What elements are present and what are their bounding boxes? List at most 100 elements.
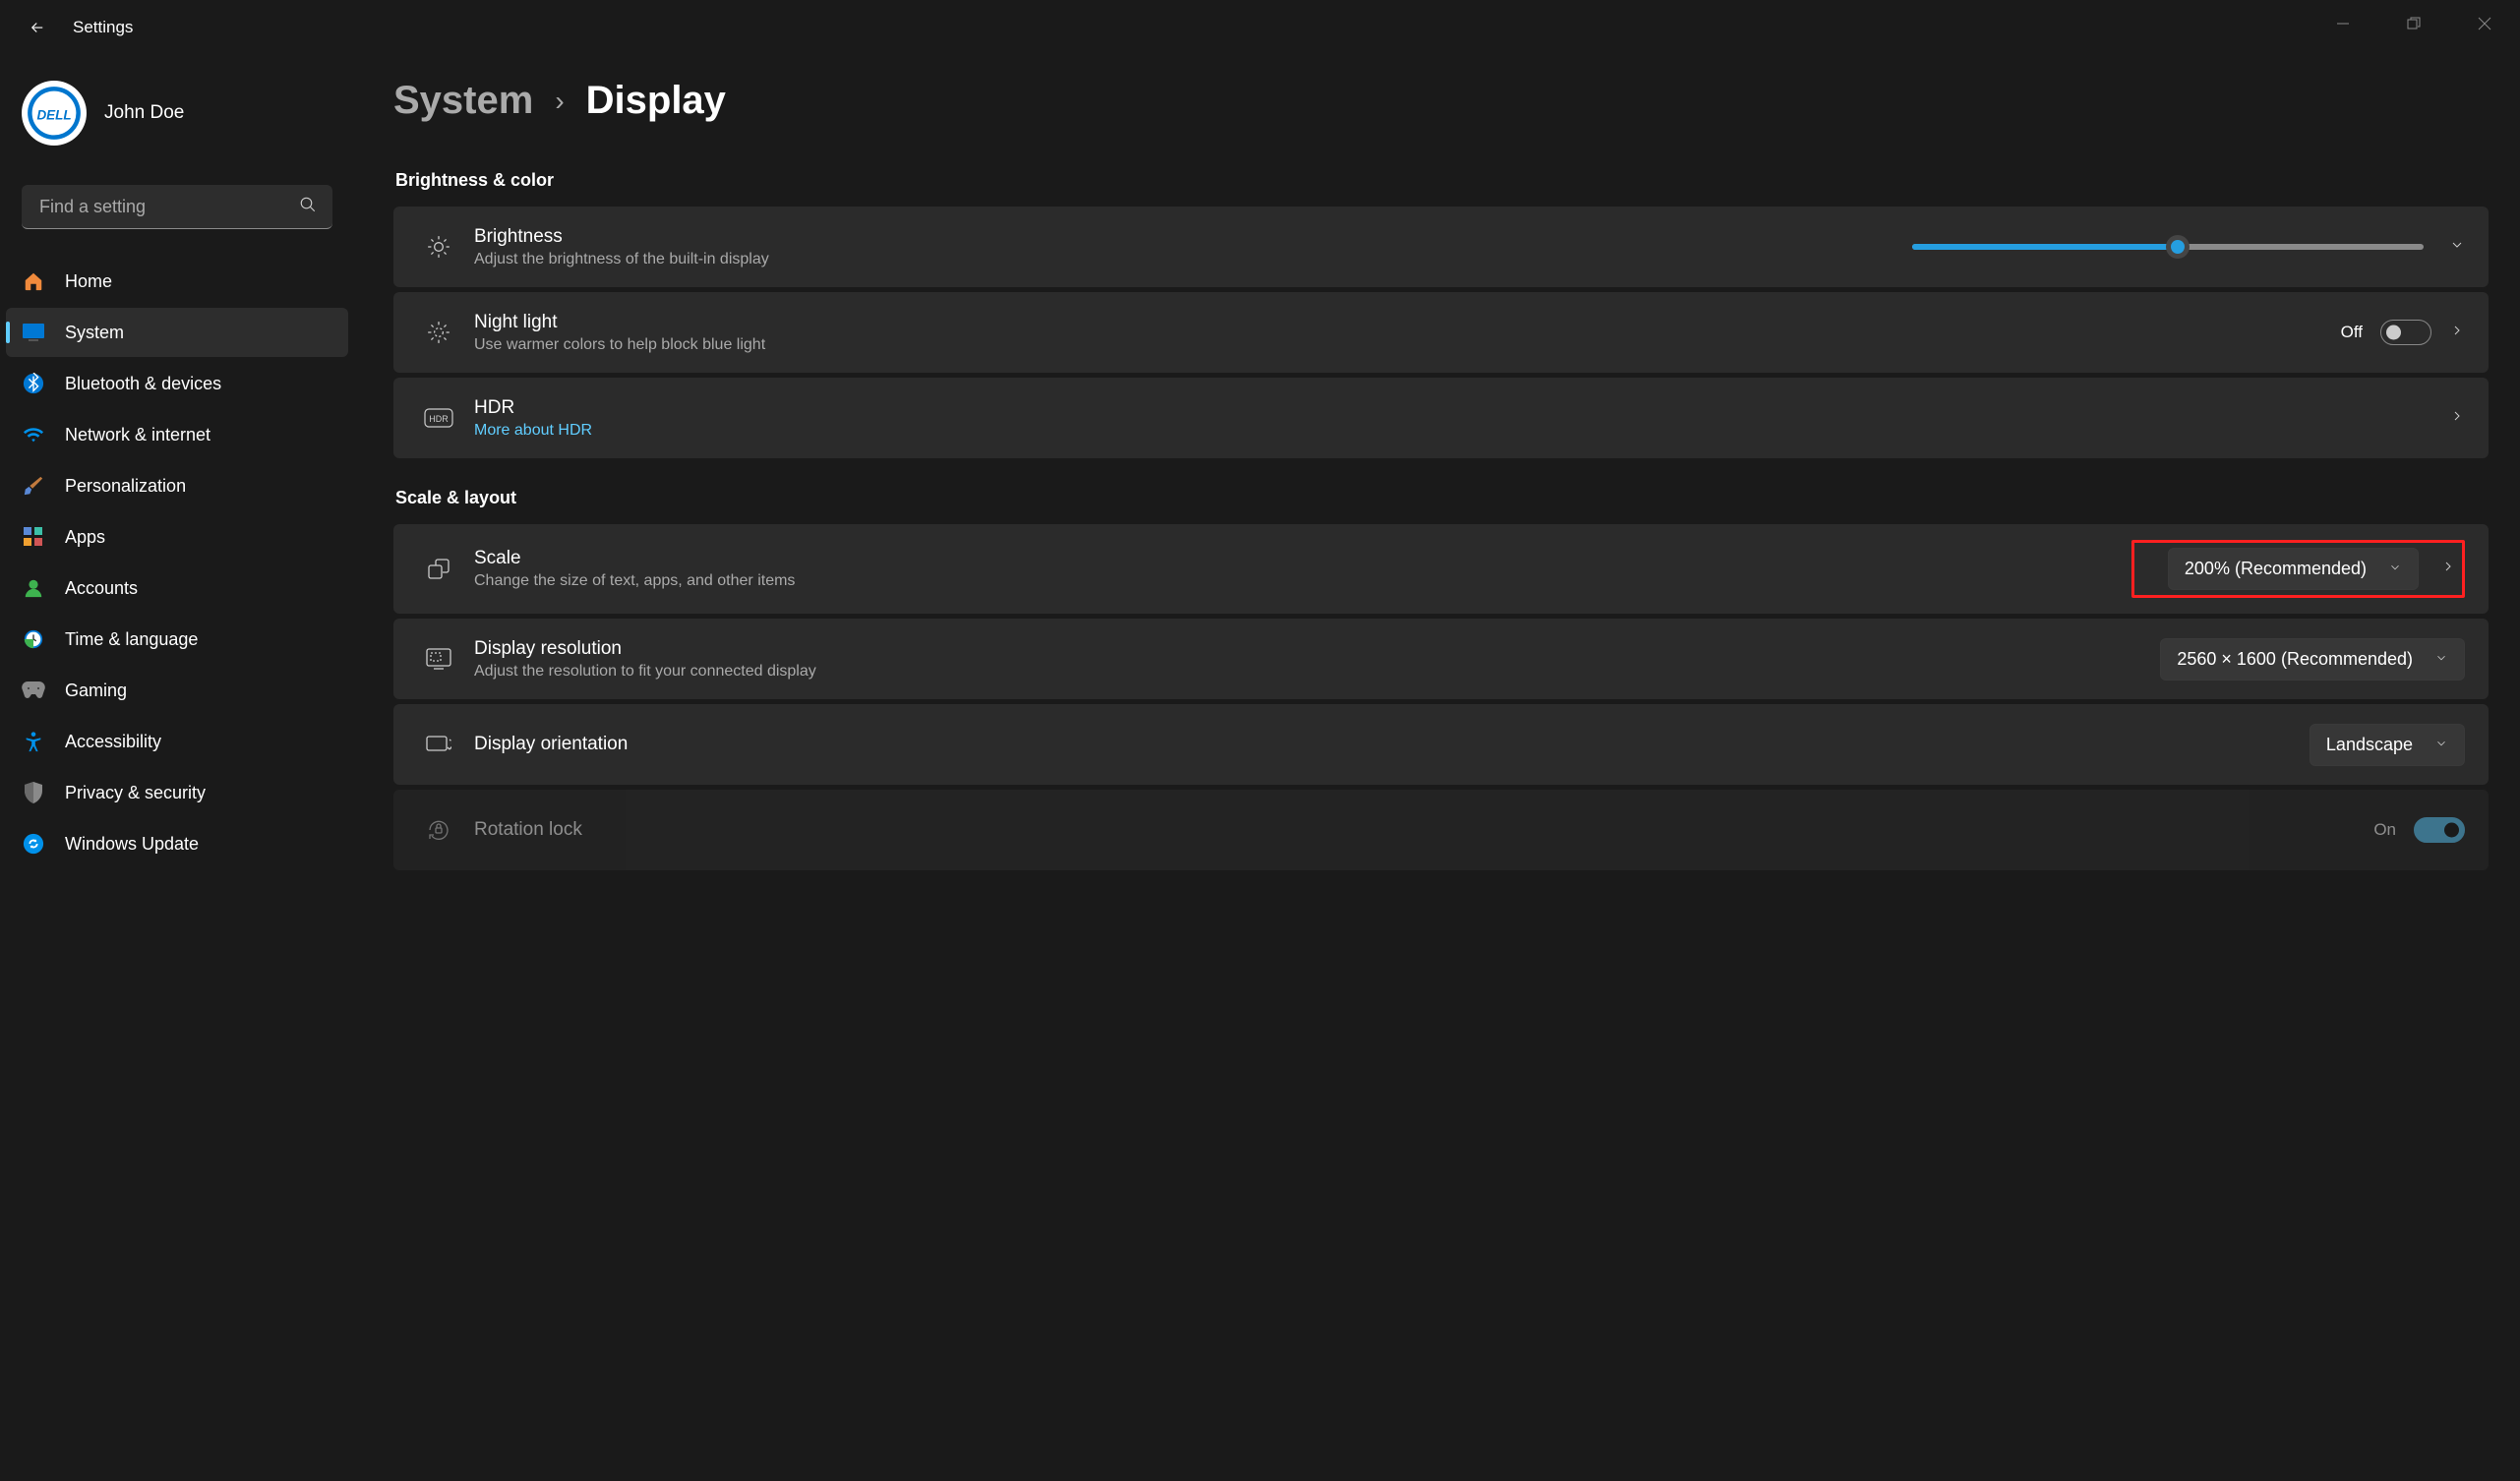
rotation-state: On bbox=[2373, 820, 2396, 840]
night-light-icon bbox=[417, 320, 460, 345]
brightness-sub: Adjust the brightness of the built-in di… bbox=[474, 251, 1912, 268]
update-icon bbox=[22, 832, 45, 856]
apps-icon bbox=[22, 525, 45, 549]
rotation-title: Rotation lock bbox=[474, 819, 2373, 841]
breadcrumb: System › Display bbox=[393, 79, 2489, 123]
system-icon bbox=[22, 321, 45, 344]
close-button[interactable] bbox=[2449, 0, 2520, 47]
nav-time[interactable]: Time & language bbox=[6, 615, 348, 664]
card-brightness[interactable]: Brightness Adjust the brightness of the … bbox=[393, 207, 2489, 287]
nav-label: Time & language bbox=[65, 629, 198, 650]
breadcrumb-current: Display bbox=[586, 79, 726, 123]
nav-accessibility[interactable]: Accessibility bbox=[6, 717, 348, 766]
chevron-down-icon[interactable] bbox=[2449, 237, 2465, 258]
chevron-right-icon[interactable] bbox=[2449, 323, 2465, 343]
shield-icon bbox=[22, 781, 45, 804]
orientation-value: Landscape bbox=[2326, 735, 2413, 755]
nav-accounts[interactable]: Accounts bbox=[6, 563, 348, 613]
orientation-icon bbox=[417, 734, 460, 755]
nav-privacy[interactable]: Privacy & security bbox=[6, 768, 348, 817]
orientation-title: Display orientation bbox=[474, 734, 2310, 755]
nav-label: System bbox=[65, 323, 124, 343]
scale-title: Scale bbox=[474, 548, 2131, 569]
nav-system[interactable]: System bbox=[6, 308, 348, 357]
hdr-link[interactable]: More about HDR bbox=[474, 422, 2449, 440]
svg-text:DELL: DELL bbox=[36, 108, 71, 123]
profile[interactable]: DELL John Doe bbox=[0, 65, 354, 163]
nav-label: Windows Update bbox=[65, 834, 199, 855]
resolution-sub: Adjust the resolution to fit your connec… bbox=[474, 663, 2160, 681]
maximize-button[interactable] bbox=[2378, 0, 2449, 47]
brightness-slider[interactable] bbox=[1912, 244, 2424, 250]
night-light-toggle[interactable] bbox=[2380, 320, 2431, 345]
nav-personalization[interactable]: Personalization bbox=[6, 461, 348, 510]
section-scale-layout: Scale & layout bbox=[395, 488, 2489, 508]
resolution-dropdown[interactable]: 2560 × 1600 (Recommended) bbox=[2160, 638, 2465, 681]
chevron-right-icon[interactable] bbox=[2440, 559, 2456, 579]
section-brightness-color: Brightness & color bbox=[395, 170, 2489, 191]
chevron-down-icon bbox=[2434, 735, 2448, 755]
card-rotation-lock: Rotation lock On bbox=[393, 790, 2489, 870]
nav-label: Apps bbox=[65, 527, 105, 548]
scale-value: 200% (Recommended) bbox=[2185, 559, 2367, 579]
content: System › Display Brightness & color Brig… bbox=[393, 79, 2489, 900]
scale-dropdown[interactable]: 200% (Recommended) bbox=[2168, 548, 2419, 590]
resolution-value: 2560 × 1600 (Recommended) bbox=[2177, 649, 2413, 670]
nav-network[interactable]: Network & internet bbox=[6, 410, 348, 459]
chevron-right-icon[interactable] bbox=[2449, 408, 2465, 429]
card-night-light[interactable]: Night light Use warmer colors to help bl… bbox=[393, 292, 2489, 373]
chevron-right-icon: › bbox=[555, 86, 564, 117]
night-light-state: Off bbox=[2341, 323, 2363, 342]
card-resolution[interactable]: Display resolution Adjust the resolution… bbox=[393, 619, 2489, 699]
brightness-title: Brightness bbox=[474, 226, 1912, 248]
bluetooth-icon bbox=[22, 372, 45, 395]
card-hdr[interactable]: HDR HDR More about HDR bbox=[393, 378, 2489, 458]
avatar: DELL bbox=[22, 81, 87, 146]
orientation-dropdown[interactable]: Landscape bbox=[2310, 724, 2465, 766]
nav-label: Accounts bbox=[65, 578, 138, 599]
brush-icon bbox=[22, 474, 45, 498]
nav: Home System Bluetooth & devices Network … bbox=[0, 247, 354, 868]
scale-sub: Change the size of text, apps, and other… bbox=[474, 572, 2131, 590]
night-light-sub: Use warmer colors to help block blue lig… bbox=[474, 336, 2341, 354]
nav-label: Privacy & security bbox=[65, 783, 206, 803]
wifi-icon bbox=[22, 423, 45, 446]
hdr-title: HDR bbox=[474, 397, 2449, 419]
nav-label: Gaming bbox=[65, 681, 127, 701]
rotation-lock-icon bbox=[417, 817, 460, 843]
nav-home[interactable]: Home bbox=[6, 257, 348, 306]
search-input[interactable] bbox=[39, 197, 315, 217]
svg-text:HDR: HDR bbox=[429, 414, 449, 424]
nav-update[interactable]: Windows Update bbox=[6, 819, 348, 868]
nav-label: Home bbox=[65, 271, 112, 292]
nav-label: Network & internet bbox=[65, 425, 210, 445]
clock-icon bbox=[22, 627, 45, 651]
sidebar: DELL John Doe Home System Bluetooth & de… bbox=[0, 55, 354, 870]
slider-fill bbox=[1912, 244, 2178, 250]
resolution-title: Display resolution bbox=[474, 638, 2160, 660]
scale-icon bbox=[417, 558, 460, 581]
nav-label: Bluetooth & devices bbox=[65, 374, 221, 394]
night-light-title: Night light bbox=[474, 312, 2341, 333]
hdr-icon: HDR bbox=[417, 408, 460, 428]
account-icon bbox=[22, 576, 45, 600]
highlight-annotation: 200% (Recommended) bbox=[2131, 540, 2465, 598]
nav-label: Personalization bbox=[65, 476, 186, 497]
nav-apps[interactable]: Apps bbox=[6, 512, 348, 562]
gamepad-icon bbox=[22, 679, 45, 702]
nav-label: Accessibility bbox=[65, 732, 161, 752]
search-box[interactable] bbox=[22, 185, 332, 229]
back-button[interactable] bbox=[22, 12, 53, 43]
nav-gaming[interactable]: Gaming bbox=[6, 666, 348, 715]
breadcrumb-parent[interactable]: System bbox=[393, 79, 533, 123]
card-scale[interactable]: Scale Change the size of text, apps, and… bbox=[393, 524, 2489, 614]
app-title: Settings bbox=[73, 18, 133, 37]
accessibility-icon bbox=[22, 730, 45, 753]
nav-bluetooth[interactable]: Bluetooth & devices bbox=[6, 359, 348, 408]
slider-thumb[interactable] bbox=[2166, 235, 2190, 259]
brightness-icon bbox=[417, 234, 460, 260]
chevron-down-icon bbox=[2434, 649, 2448, 670]
resolution-icon bbox=[417, 648, 460, 670]
minimize-button[interactable] bbox=[2308, 0, 2378, 47]
card-orientation[interactable]: Display orientation Landscape bbox=[393, 704, 2489, 785]
